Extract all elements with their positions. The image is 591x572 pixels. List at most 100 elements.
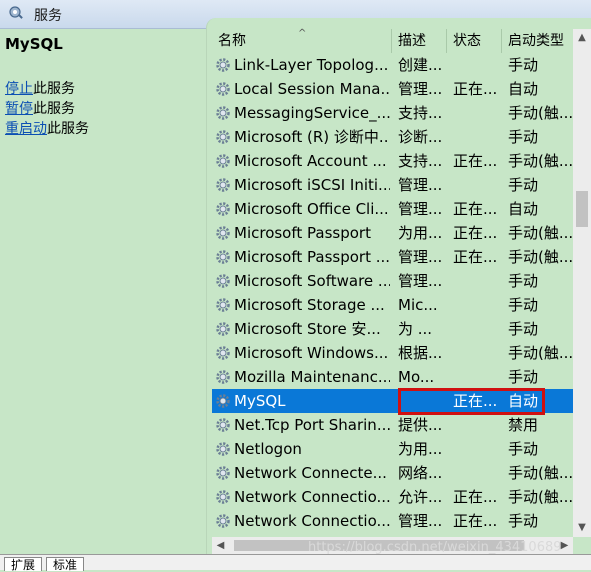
service-startup-type: 手动(触... bbox=[508, 104, 573, 122]
service-status: 正在... bbox=[453, 80, 498, 98]
service-status bbox=[453, 365, 503, 389]
service-gear-icon bbox=[216, 250, 230, 264]
column-desc-label: 描述 bbox=[398, 33, 426, 49]
service-status bbox=[453, 53, 503, 77]
service-gear-icon bbox=[216, 490, 230, 504]
service-row[interactable]: Microsoft Account ... 支持... 正在... 手动(触... bbox=[212, 149, 573, 173]
service-status bbox=[453, 461, 503, 485]
service-status bbox=[453, 341, 503, 365]
column-header: ^ 名称 描述 状态 启动类型 bbox=[212, 28, 573, 53]
service-row[interactable]: Microsoft Storage ... Mic... 手动 bbox=[212, 293, 573, 317]
service-gear-icon bbox=[216, 178, 230, 192]
service-description: 管理... bbox=[398, 176, 443, 194]
service-gear-icon bbox=[216, 130, 230, 144]
service-row[interactable]: Link-Layer Topolog... 创建... 手动 bbox=[212, 53, 573, 77]
service-startup-type: 手动(触... bbox=[508, 464, 573, 482]
service-startup-type: 手动(触... bbox=[508, 488, 573, 506]
service-startup-type: 手动(触... bbox=[508, 152, 573, 170]
column-name-header[interactable]: ^ 名称 bbox=[212, 28, 392, 53]
service-description: 管理... bbox=[398, 248, 443, 266]
watermark: https://blog.csdn.net/weixin_43410689 bbox=[308, 540, 562, 555]
column-status-header[interactable]: 状态 bbox=[447, 29, 502, 53]
service-row[interactable]: Network Connecte... 网络... 手动(触... bbox=[212, 461, 573, 485]
service-name: Microsoft Storage ... bbox=[234, 296, 385, 314]
stop-service-link[interactable]: 停止 bbox=[5, 81, 33, 97]
service-row[interactable]: Netlogon 为用... 手动 bbox=[212, 437, 573, 461]
service-status bbox=[453, 293, 503, 317]
services-list: Link-Layer Topolog... 创建... 手动 Local Sessio… bbox=[212, 53, 573, 537]
service-startup-type: 手动 bbox=[508, 440, 539, 458]
scroll-down-icon[interactable]: ▼ bbox=[573, 519, 591, 537]
restart-service-link[interactable]: 重启动 bbox=[5, 121, 47, 137]
service-gear-icon bbox=[216, 346, 230, 360]
service-startup-type: 手动 bbox=[508, 368, 539, 386]
sort-ascending-icon: ^ bbox=[298, 28, 307, 39]
service-description: 支持... bbox=[398, 104, 443, 122]
column-startup-header[interactable]: 启动类型 bbox=[502, 29, 573, 53]
service-name: Microsoft Account ... bbox=[234, 152, 387, 170]
vertical-scroll-thumb[interactable] bbox=[576, 191, 588, 227]
service-row[interactable]: Microsoft iSCSI Initi... 管理... 手动 bbox=[212, 173, 573, 197]
service-row[interactable]: MessagingService_... 支持... 手动(触... bbox=[212, 101, 573, 125]
service-row[interactable]: Microsoft (R) 诊断中... 诊断... 手动 bbox=[212, 125, 573, 149]
service-gear-icon bbox=[216, 298, 230, 312]
service-name: Microsoft iSCSI Initi... bbox=[234, 176, 390, 194]
service-description: Mic... bbox=[398, 296, 438, 314]
service-name: Net.Tcp Port Sharin... bbox=[234, 416, 390, 434]
service-row[interactable]: Microsoft Software ... 管理... 手动 bbox=[212, 269, 573, 293]
restart-service-action: 重启动此服务 bbox=[5, 118, 89, 138]
stop-service-action: 停止此服务 bbox=[5, 78, 75, 98]
service-gear-icon bbox=[216, 442, 230, 456]
service-status bbox=[453, 101, 503, 125]
service-startup-type: 手动 bbox=[508, 56, 539, 74]
service-name: Mozilla Maintenanc... bbox=[234, 368, 390, 386]
service-status: 正在... bbox=[453, 248, 498, 266]
service-status: 正在... bbox=[453, 200, 498, 218]
service-description: 管理... bbox=[398, 512, 443, 530]
service-description: 管理... bbox=[398, 80, 443, 98]
pause-service-link[interactable]: 暂停 bbox=[5, 101, 33, 117]
service-row[interactable]: Net.Tcp Port Sharin... 提供... 禁用 bbox=[212, 413, 573, 437]
service-startup-type: 手动(触... bbox=[508, 344, 573, 362]
service-row[interactable]: Microsoft Passport ... 管理... 正在... 手动(触... bbox=[212, 245, 573, 269]
service-name: Microsoft Passport ... bbox=[234, 248, 390, 266]
service-gear-icon bbox=[216, 394, 230, 408]
service-row[interactable]: Microsoft Office Cli... 管理... 正在... 自动 bbox=[212, 197, 573, 221]
vertical-scrollbar[interactable]: ▲ ▼ bbox=[573, 29, 591, 537]
column-startup-label: 启动类型 bbox=[508, 33, 564, 49]
service-status bbox=[453, 437, 503, 461]
column-desc-header[interactable]: 描述 bbox=[392, 29, 447, 53]
service-gear-icon bbox=[216, 202, 230, 216]
service-description: 网络... bbox=[398, 464, 443, 482]
service-name: Link-Layer Topolog... bbox=[234, 56, 389, 74]
service-startup-type: 手动(触... bbox=[508, 248, 573, 266]
service-row[interactable]: Microsoft Windows... 根据... 手动(触... bbox=[212, 341, 573, 365]
service-name: MySQL bbox=[234, 392, 286, 410]
service-row[interactable]: Microsoft Passport 为用... 正在... 手动(触... bbox=[212, 221, 573, 245]
service-gear-icon bbox=[216, 418, 230, 432]
service-startup-type: 手动 bbox=[508, 512, 539, 530]
service-row[interactable]: Network Connectio... 管理... 正在... 手动 bbox=[212, 509, 573, 533]
service-row[interactable]: Mozilla Maintenanc... Mo... 手动 bbox=[212, 365, 573, 389]
service-row[interactable]: Microsoft Store 安... 为 ... 手动 bbox=[212, 317, 573, 341]
service-status: 正在... bbox=[453, 512, 498, 530]
service-gear-icon bbox=[216, 82, 230, 96]
scroll-up-icon[interactable]: ▲ bbox=[573, 29, 591, 47]
scroll-left-icon[interactable]: ◀ bbox=[212, 537, 229, 554]
service-row[interactable]: Network Connectio... 允许... 正在... 手动(触... bbox=[212, 485, 573, 509]
service-startup-type: 手动 bbox=[508, 272, 539, 290]
service-details-pane: MySQL 停止此服务 暂停此服务 重启动此服务 bbox=[0, 29, 206, 554]
service-status bbox=[453, 173, 503, 197]
service-status: 正在... bbox=[453, 488, 498, 506]
column-status-label: 状态 bbox=[453, 33, 481, 49]
restart-service-suffix: 此服务 bbox=[47, 121, 89, 137]
service-name: Local Session Mana... bbox=[234, 80, 390, 98]
service-description: 为用... bbox=[398, 224, 443, 242]
service-row[interactable]: Local Session Mana... 管理... 正在... 自动 bbox=[212, 77, 573, 101]
selected-service-name: MySQL bbox=[5, 35, 63, 53]
service-startup-type: 手动 bbox=[508, 176, 539, 194]
service-status: 正在... bbox=[453, 152, 498, 170]
service-startup-type: 手动 bbox=[508, 128, 539, 146]
pause-service-suffix: 此服务 bbox=[33, 101, 75, 117]
stop-service-suffix: 此服务 bbox=[33, 81, 75, 97]
